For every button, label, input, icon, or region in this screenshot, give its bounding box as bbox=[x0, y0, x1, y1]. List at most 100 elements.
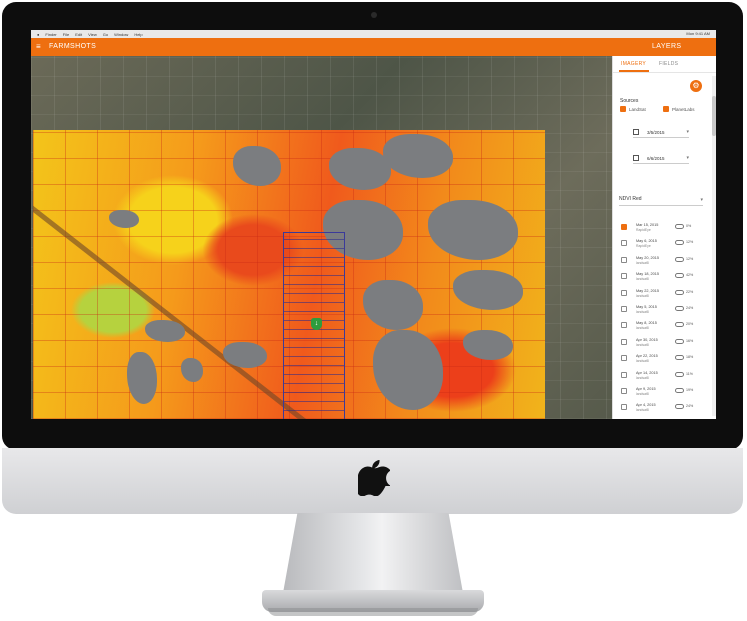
menu-finder[interactable]: Finder bbox=[45, 32, 56, 37]
cloud-icon bbox=[675, 355, 684, 361]
image-checkbox[interactable] bbox=[621, 224, 627, 230]
menu-view[interactable]: View bbox=[88, 32, 97, 37]
image-list-item[interactable]: May 5, 2015 landsat8 24% bbox=[613, 302, 711, 318]
image-checkbox[interactable] bbox=[621, 338, 627, 345]
end-date-value: 6/6/2015 bbox=[647, 156, 665, 161]
chevron-down-icon: ▾ bbox=[686, 155, 689, 161]
cloud-icon bbox=[675, 305, 684, 311]
gear-icon[interactable]: ⚙ bbox=[690, 80, 702, 92]
image-list-item[interactable]: May 6, 2015 RapidEye 12% bbox=[613, 236, 711, 252]
image-list-item[interactable]: Apr 22, 2015 landsat8 18% bbox=[613, 351, 711, 367]
tab-imagery[interactable]: IMAGERY bbox=[621, 61, 646, 67]
end-date-field[interactable]: 6/6/2015 ▾ bbox=[633, 155, 689, 164]
cloud-icon bbox=[675, 273, 684, 279]
imac-chin bbox=[2, 448, 743, 514]
image-source: landsat8 bbox=[636, 309, 649, 314]
os-menubar: ● Finder File Edit View Go Window Help M… bbox=[31, 30, 716, 38]
menu-window[interactable]: Window bbox=[114, 32, 128, 37]
image-checkbox[interactable] bbox=[621, 289, 627, 296]
source-planetlabs-checkbox[interactable] bbox=[663, 106, 669, 112]
cloud-icon bbox=[675, 224, 684, 229]
image-source: RapidEye bbox=[636, 228, 651, 232]
apple-logo bbox=[358, 460, 390, 496]
image-date: May 18, 2015 bbox=[636, 272, 660, 277]
menubar-clock: Mon 9:41 AM bbox=[686, 31, 710, 36]
image-list-item[interactable]: Apr 30, 2015 landsat8 16% bbox=[613, 335, 711, 351]
menu-go[interactable]: Go bbox=[103, 32, 108, 37]
app-bar: ≡ FARMSHOTS LAYERS bbox=[31, 38, 716, 56]
cloud-coverage: 0% bbox=[686, 224, 692, 228]
cloud-icon bbox=[675, 338, 684, 344]
image-checkbox[interactable] bbox=[621, 305, 627, 312]
sources-label: Sources bbox=[620, 98, 639, 104]
calendar-icon bbox=[633, 129, 639, 135]
menu-help[interactable]: Help bbox=[134, 32, 142, 37]
image-checkbox[interactable] bbox=[621, 240, 627, 247]
image-checkbox[interactable] bbox=[621, 387, 627, 394]
camera bbox=[371, 12, 377, 18]
image-list-item[interactable]: May 8, 2015 landsat8 20% bbox=[613, 318, 711, 334]
start-date-value: 3/5/2015 bbox=[647, 130, 665, 135]
index-select[interactable]: NDVI Red ▾ bbox=[619, 196, 703, 206]
image-list-item[interactable]: Mar 15, 2015 RapidEye 0% bbox=[613, 220, 711, 236]
image-date: May 22, 2015 bbox=[636, 288, 660, 293]
apple-menu-icon[interactable]: ● bbox=[37, 32, 39, 37]
panel-tabs: IMAGERY FIELDS bbox=[613, 56, 716, 73]
cloud-coverage: 24% bbox=[686, 305, 694, 310]
image-source: landsat8 bbox=[636, 375, 649, 380]
image-source: landsat8 bbox=[636, 391, 649, 396]
screen: ● Finder File Edit View Go Window Help M… bbox=[31, 30, 716, 419]
image-date: Mar 15, 2015 bbox=[636, 223, 659, 227]
image-list-item[interactable]: May 22, 2015 landsat8 22% bbox=[613, 286, 711, 302]
image-list-item[interactable]: Apr 4, 2015 landsat8 24% bbox=[613, 400, 711, 416]
cloud-icon bbox=[675, 404, 684, 410]
layers-panel: IMAGERY FIELDS ⚙ Sources LandSat PlanetL… bbox=[612, 56, 716, 419]
calendar-icon bbox=[633, 155, 639, 161]
cloud-coverage: 22% bbox=[686, 289, 694, 294]
image-date: Apr 4, 2015 bbox=[636, 403, 656, 408]
image-checkbox[interactable] bbox=[621, 273, 627, 280]
image-date: Apr 9, 2015 bbox=[636, 386, 656, 391]
source-landsat-checkbox[interactable] bbox=[620, 106, 626, 112]
cloud-coverage: 20% bbox=[686, 322, 694, 327]
image-list-item[interactable]: Mar 30, 2015landsat816% bbox=[613, 417, 711, 419]
imac-stand bbox=[283, 513, 463, 593]
image-list: Mar 15, 2015 RapidEye 0% May 6, 2015 RapidEy… bbox=[613, 220, 711, 419]
map-view[interactable]: ↓ bbox=[31, 56, 612, 419]
cloud-coverage: 19% bbox=[686, 387, 694, 392]
image-source: landsat8 bbox=[636, 293, 649, 298]
image-checkbox[interactable] bbox=[621, 404, 627, 411]
image-list-item[interactable]: Apr 14, 2015 landsat8 11% bbox=[613, 368, 711, 384]
hamburger-icon[interactable]: ≡ bbox=[36, 43, 44, 51]
panel-scrollbar-thumb[interactable] bbox=[712, 96, 716, 136]
image-checkbox[interactable] bbox=[621, 355, 627, 362]
cloud-coverage: 12% bbox=[686, 240, 694, 245]
menu-edit[interactable]: Edit bbox=[75, 32, 82, 37]
image-checkbox[interactable] bbox=[621, 322, 627, 329]
cloud-coverage: 11% bbox=[686, 371, 693, 376]
cloud-coverage: 12% bbox=[686, 256, 694, 261]
start-date-field[interactable]: 3/5/2015 ▾ bbox=[633, 129, 689, 138]
image-list-item[interactable]: Apr 9, 2015 landsat8 19% bbox=[613, 384, 711, 400]
cloud-coverage: 18% bbox=[686, 355, 694, 360]
chevron-down-icon: ▾ bbox=[700, 197, 703, 203]
imac-foot-shadow bbox=[268, 608, 478, 616]
menu-file[interactable]: File bbox=[63, 32, 69, 37]
tab-fields[interactable]: FIELDS bbox=[659, 61, 678, 67]
image-date: May 5, 2015 bbox=[636, 304, 657, 309]
cloud-icon bbox=[675, 289, 684, 295]
image-source: landsat8 bbox=[636, 359, 649, 364]
image-source: landsat8 bbox=[636, 260, 649, 265]
image-date: May 8, 2015 bbox=[636, 321, 657, 326]
image-date: Apr 14, 2015 bbox=[636, 370, 658, 375]
image-checkbox[interactable] bbox=[621, 256, 627, 263]
field-marker-icon[interactable]: ↓ bbox=[311, 318, 322, 330]
cloud-icon bbox=[675, 371, 684, 377]
app-brand: FARMSHOTS bbox=[49, 43, 97, 50]
image-list-item[interactable]: May 18, 2015 landsat8 42% bbox=[613, 269, 711, 285]
cloud-icon bbox=[675, 322, 684, 328]
cloud-coverage: 24% bbox=[686, 404, 694, 409]
image-list-item[interactable]: May 20, 2015 landsat8 12% bbox=[613, 253, 711, 269]
index-select-value: NDVI Red bbox=[619, 196, 642, 202]
image-checkbox[interactable] bbox=[621, 371, 627, 378]
